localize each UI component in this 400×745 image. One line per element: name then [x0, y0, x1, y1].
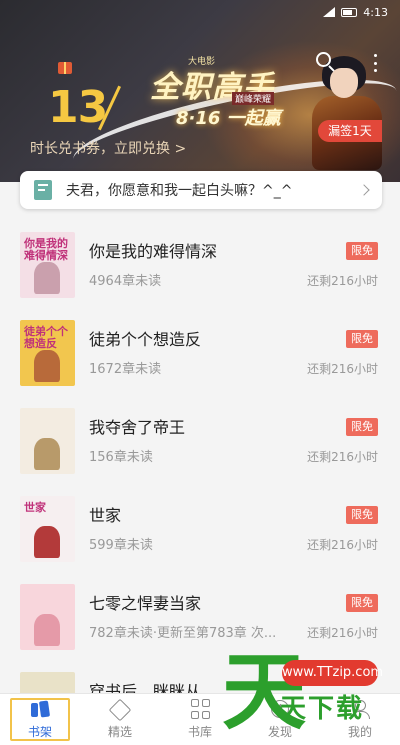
- tab-label: 发现: [267, 725, 292, 739]
- notice-text: 夫君，你愿意和我一起白头嘛？^_^: [66, 183, 293, 199]
- book-title: 我夺舍了帝王: [89, 418, 186, 437]
- list-item[interactable]: 你是我的难得情深 你是我的难得情深 4964章未读 限免 还剩216小时: [0, 220, 400, 308]
- tab-label: 我的: [347, 725, 372, 739]
- tab-profile[interactable]: 我的: [320, 694, 400, 745]
- tab-label: 书库: [187, 725, 212, 739]
- event-date: 8·16 一起赢: [176, 108, 281, 129]
- list-item[interactable]: 七零之悍妻当家 782章未读·更新至第783章 次... 限免 还剩216小时: [0, 572, 400, 660]
- book-title: 你是我的难得情深: [89, 242, 218, 261]
- promo-banner[interactable]: 13 时长兑书券，立即兑换 > 大电影 全职高手 巅峰荣耀 8·16 一起赢 漏…: [0, 0, 400, 182]
- grid-icon: [190, 699, 210, 719]
- more-menu-icon[interactable]: [371, 54, 379, 72]
- tab-label: 书架: [27, 725, 52, 739]
- cover-title: 你是我的难得情深: [24, 237, 68, 262]
- book-title: 世家: [89, 506, 122, 525]
- chevron-right-icon: [358, 184, 370, 196]
- tab-label: 精选: [107, 725, 132, 739]
- free-badge: 限免: [346, 594, 378, 612]
- compass-icon: [269, 699, 291, 719]
- book-icon: [34, 180, 52, 200]
- status-bar: 4:13: [0, 0, 400, 24]
- time-remaining: 还剩216小时: [307, 362, 378, 376]
- cover-title: 世家: [24, 501, 46, 514]
- status-time: 4:13: [363, 5, 388, 19]
- free-badge: 限免: [346, 330, 378, 348]
- list-item[interactable]: 徒弟个个想造反 徒弟个个想造反 1672章未读 限免 还剩216小时: [0, 308, 400, 396]
- tab-featured[interactable]: 精选: [80, 694, 160, 745]
- time-remaining: 还剩216小时: [307, 450, 378, 464]
- battery-icon: [341, 7, 358, 17]
- book-unread: 1672章未读: [89, 362, 162, 377]
- book-unread: 599章未读: [89, 538, 153, 553]
- notice-bar[interactable]: 夫君，你愿意和我一起白头嘛？^_^: [20, 171, 382, 209]
- time-remaining: 还剩216小时: [307, 538, 378, 552]
- signal-icon: [321, 7, 336, 17]
- book-unread: 782章未读·更新至第783章 次...: [89, 626, 277, 641]
- checkin-button[interactable]: 漏签1天: [318, 120, 382, 142]
- time-remaining: 还剩216小时: [307, 274, 378, 288]
- tab-bookshelf[interactable]: 书架: [0, 694, 80, 745]
- tab-discover[interactable]: 发现: [240, 694, 320, 745]
- book-cover: 徒弟个个想造反: [20, 320, 75, 386]
- book-cover: 你是我的难得情深: [20, 232, 75, 298]
- redeem-link[interactable]: 时长兑书券，立即兑换 >: [30, 138, 186, 158]
- gift-icon: [58, 62, 72, 74]
- bottom-nav: 书架 精选 书库 发现 我的: [0, 693, 400, 745]
- free-badge: 限免: [346, 242, 378, 260]
- free-badge: 限免: [346, 418, 378, 436]
- book-cover: [20, 408, 75, 474]
- diamond-icon: [109, 699, 131, 719]
- cover-title: 徒弟个个想造反: [24, 325, 68, 350]
- book-title: 七零之悍妻当家: [89, 594, 202, 613]
- bookshelf-icon: [29, 699, 51, 719]
- book-cover: [20, 584, 75, 650]
- free-badge: 限免: [346, 506, 378, 524]
- book-unread: 156章未读: [89, 450, 153, 465]
- list-item[interactable]: 世家 世家 599章未读 限免 还剩216小时: [0, 484, 400, 572]
- book-unread: 4964章未读: [89, 274, 162, 289]
- book-cover: 世家: [20, 496, 75, 562]
- tab-library[interactable]: 书库: [160, 694, 240, 745]
- time-remaining: 还剩216小时: [307, 626, 378, 640]
- user-icon: [349, 699, 371, 719]
- list-item[interactable]: 我夺舍了帝王 156章未读 限免 还剩216小时: [0, 396, 400, 484]
- search-icon[interactable]: [316, 52, 336, 72]
- book-title: 徒弟个个想造反: [89, 330, 202, 349]
